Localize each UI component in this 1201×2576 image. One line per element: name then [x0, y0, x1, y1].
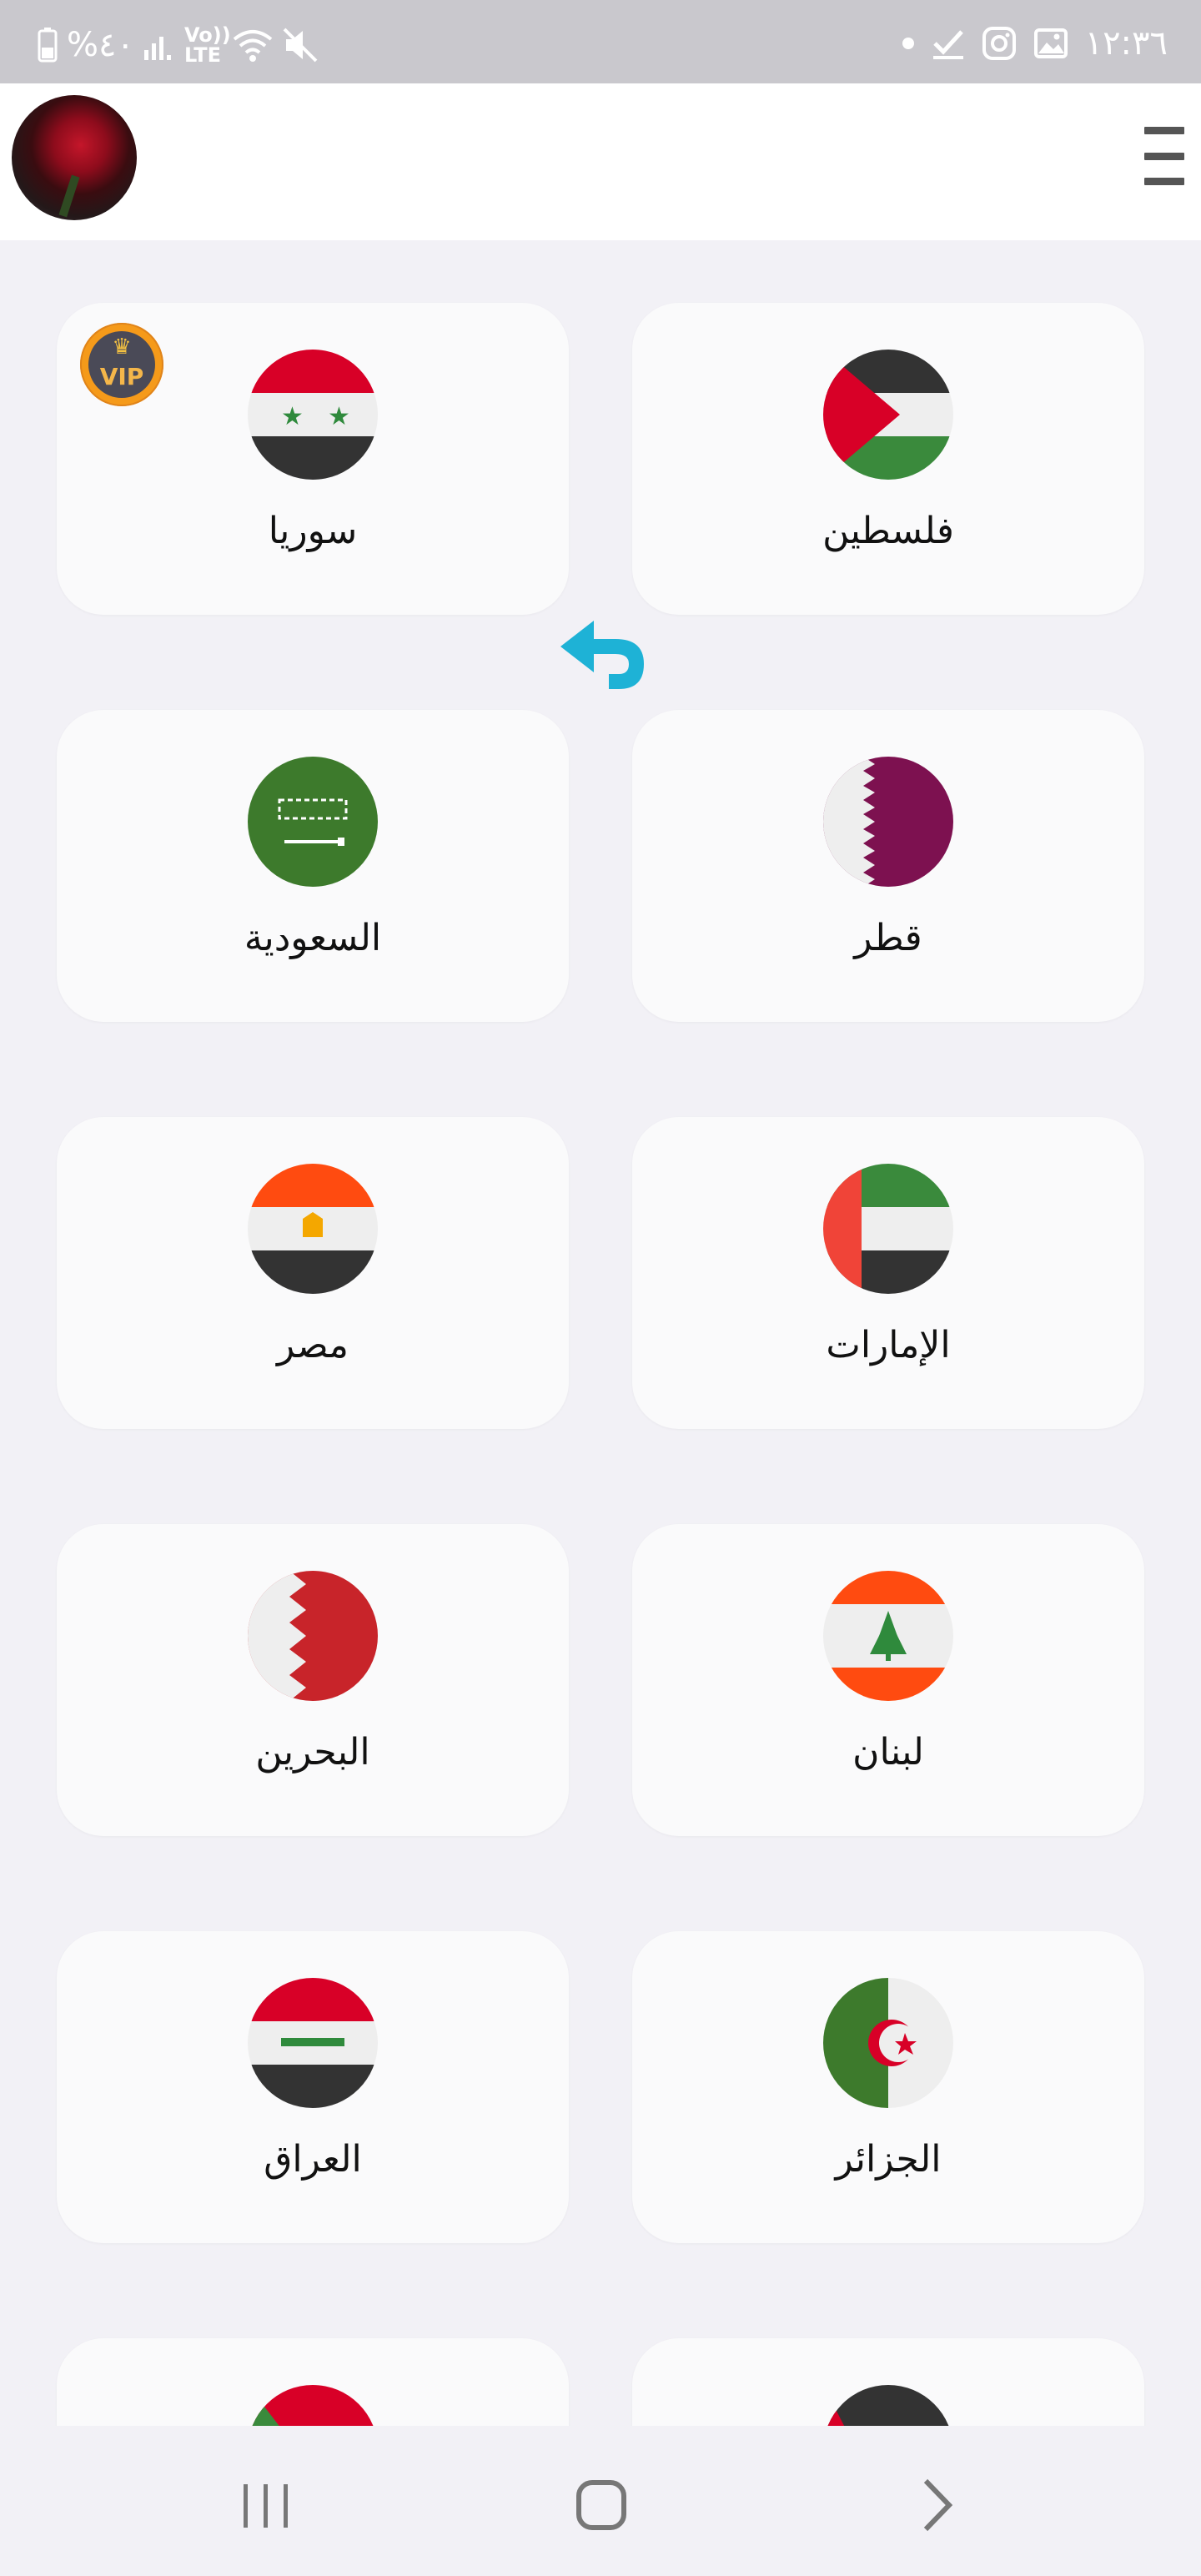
flag-lebanon-icon [823, 1571, 953, 1701]
battery-icon [38, 28, 58, 63]
country-label: فلسطين [822, 510, 954, 552]
vip-badge-inner: ♛ VIP [88, 331, 155, 398]
status-left-group: %٤٠ Vo)) LTE [37, 25, 319, 65]
status-bar: %٤٠ Vo)) LTE ١٢:٣٦ [0, 0, 1201, 83]
mute-icon [283, 28, 318, 63]
country-label: قطر [854, 917, 922, 959]
country-card-uae[interactable]: الإمارات [632, 1117, 1144, 1429]
country-card-partial[interactable] [57, 2338, 569, 2426]
vip-label: VIP [99, 363, 144, 390]
country-card-iraq[interactable]: العراق [57, 1931, 569, 2243]
country-label: مصر [276, 1324, 349, 1366]
svg-text:★: ★ [328, 402, 350, 431]
app-bar [0, 83, 1201, 240]
battery-percentage: %٤٠ [67, 26, 134, 64]
flag-algeria-icon [823, 1978, 953, 2108]
flag-partial-icon [823, 2385, 953, 2426]
volte-indicator: Vo)) LTE [183, 23, 231, 67]
country-card-partial[interactable] [632, 2338, 1144, 2426]
country-label: السعودية [244, 917, 382, 959]
home-icon[interactable] [564, 2468, 639, 2543]
country-grid: ♛ VIP ★ ★ سوريا فلسطين السعودية قطر مصر … [0, 240, 1201, 2426]
gallery-icon [1033, 28, 1068, 58]
undo-arrow-icon[interactable] [557, 609, 657, 709]
navigation-bar [0, 2426, 1201, 2576]
flag-uae-icon [823, 1164, 953, 1294]
country-label: سوريا [268, 510, 358, 552]
back-icon[interactable] [897, 2468, 972, 2543]
country-label: البحرين [255, 1731, 370, 1774]
country-card-syria[interactable]: ♛ VIP ★ ★ سوريا [57, 303, 569, 615]
avatar[interactable] [12, 95, 137, 220]
country-card-bahrain[interactable]: البحرين [57, 1524, 569, 1836]
flag-iraq-icon [248, 1978, 378, 2108]
signal-icon [143, 37, 171, 60]
wifi-icon [233, 30, 273, 62]
svg-text:★: ★ [281, 402, 304, 431]
country-card-egypt[interactable]: مصر [57, 1117, 569, 1429]
country-card-qatar[interactable]: قطر [632, 710, 1144, 1022]
dot-icon [902, 38, 914, 49]
flag-partial-icon [248, 2385, 378, 2426]
flag-saudi-icon [248, 757, 378, 887]
check-icon [932, 30, 963, 59]
flag-bahrain-icon [248, 1571, 378, 1701]
vip-badge: ♛ VIP [80, 323, 163, 406]
rose-stem [58, 174, 80, 218]
country-label: الإمارات [826, 1324, 951, 1366]
instagram-icon [982, 27, 1016, 60]
country-card-saudi[interactable]: السعودية [57, 710, 569, 1022]
menu-line [1144, 152, 1184, 160]
country-label: لبنان [852, 1731, 924, 1774]
country-card-palestine[interactable]: فلسطين [632, 303, 1144, 615]
recent-apps-icon[interactable] [229, 2468, 304, 2543]
status-right-group: ١٢:٣٦ [902, 25, 1168, 62]
flag-syria-icon: ★ ★ [248, 350, 378, 480]
crown-icon: ♛ [112, 335, 132, 360]
country-label: العراق [264, 2138, 362, 2181]
flag-qatar-icon [823, 757, 953, 887]
menu-line [1144, 178, 1184, 185]
country-card-algeria[interactable]: الجزائر [632, 1931, 1144, 2243]
country-card-lebanon[interactable]: لبنان [632, 1524, 1144, 1836]
flag-egypt-icon [248, 1164, 378, 1294]
menu-line [1144, 127, 1184, 134]
status-time: ١٢:٣٦ [1084, 24, 1168, 63]
country-label: الجزائر [835, 2138, 942, 2181]
flag-palestine-icon [823, 350, 953, 480]
hamburger-menu-icon[interactable] [1144, 127, 1184, 185]
